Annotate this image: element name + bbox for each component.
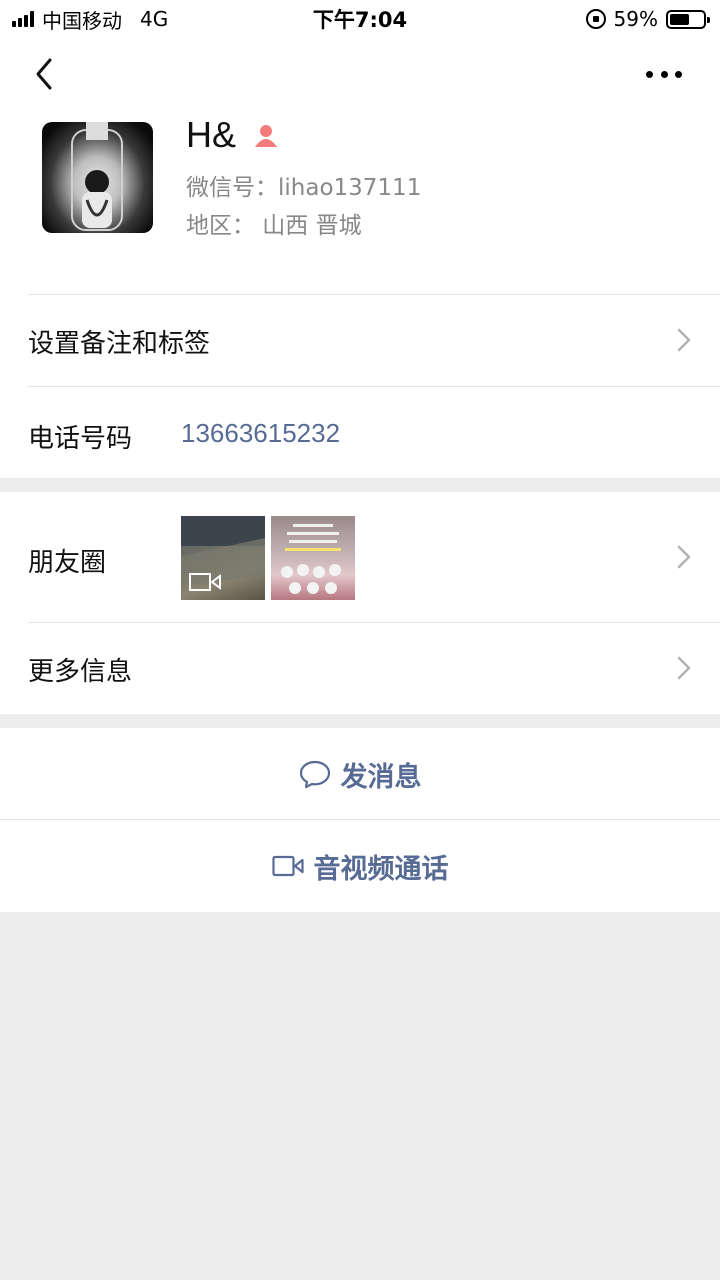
chat-bubble-icon xyxy=(299,760,330,789)
profile-card: H& 微信号：lihao137111 地区： 山西 晋城 设置备注和标签 电话号… xyxy=(0,38,720,478)
divider xyxy=(28,386,720,387)
moments-row[interactable]: 朋友圈 xyxy=(0,492,720,622)
more-info-row[interactable]: 更多信息 xyxy=(0,623,720,714)
phone-number-link[interactable]: 13663615232 xyxy=(181,418,340,449)
chevron-right-icon xyxy=(677,328,691,352)
battery-fill xyxy=(670,13,689,25)
more-button[interactable] xyxy=(640,60,688,88)
moments-section: 朋友圈 更多信息 xyxy=(0,492,720,714)
carrier-name: 中国移动 xyxy=(42,8,122,33)
back-button[interactable] xyxy=(26,54,66,94)
status-right: 59% xyxy=(585,7,720,31)
status-left: 中国移动 4G xyxy=(0,5,168,34)
network-type: 4G xyxy=(140,7,169,31)
actions-section: 发消息 音视频通话 xyxy=(0,728,720,912)
chevron-right-icon xyxy=(677,545,691,569)
chevron-right-icon xyxy=(677,656,691,680)
video-camera-icon xyxy=(271,855,304,877)
moments-thumbnail-image xyxy=(271,516,355,600)
more-dot-icon xyxy=(660,70,668,78)
moments-label: 朋友圈 xyxy=(28,548,107,578)
wechat-id: 微信号：lihao137111 xyxy=(186,175,422,201)
send-message-button[interactable]: 发消息 xyxy=(0,728,720,820)
female-icon xyxy=(255,125,277,147)
avatar-image xyxy=(71,122,123,231)
thumbnail-image xyxy=(281,524,341,594)
video-call-button[interactable]: 音视频通话 xyxy=(0,820,720,912)
avatar[interactable] xyxy=(42,122,153,233)
phone-label: 电话号码 xyxy=(28,424,133,454)
more-info-label: 更多信息 xyxy=(28,657,133,687)
more-dot-icon xyxy=(675,70,682,78)
rotation-lock-icon xyxy=(585,9,606,29)
battery-percent: 59% xyxy=(613,7,658,31)
battery-icon xyxy=(666,9,710,29)
send-message-label: 发消息 xyxy=(340,761,422,793)
nickname: H& xyxy=(186,114,237,155)
more-dot-icon xyxy=(646,70,653,78)
moments-thumbnail-video xyxy=(181,516,265,600)
back-arrow-icon xyxy=(36,58,52,90)
signal-icon xyxy=(12,11,36,27)
remark-row[interactable]: 设置备注和标签 xyxy=(0,295,720,386)
video-call-label: 音视频通话 xyxy=(313,853,449,885)
status-bar: 中国移动 4G 下午7:04 59% xyxy=(0,0,720,38)
remark-label: 设置备注和标签 xyxy=(28,329,211,359)
region: 地区： 山西 晋城 xyxy=(186,213,362,239)
video-icon xyxy=(189,573,221,591)
